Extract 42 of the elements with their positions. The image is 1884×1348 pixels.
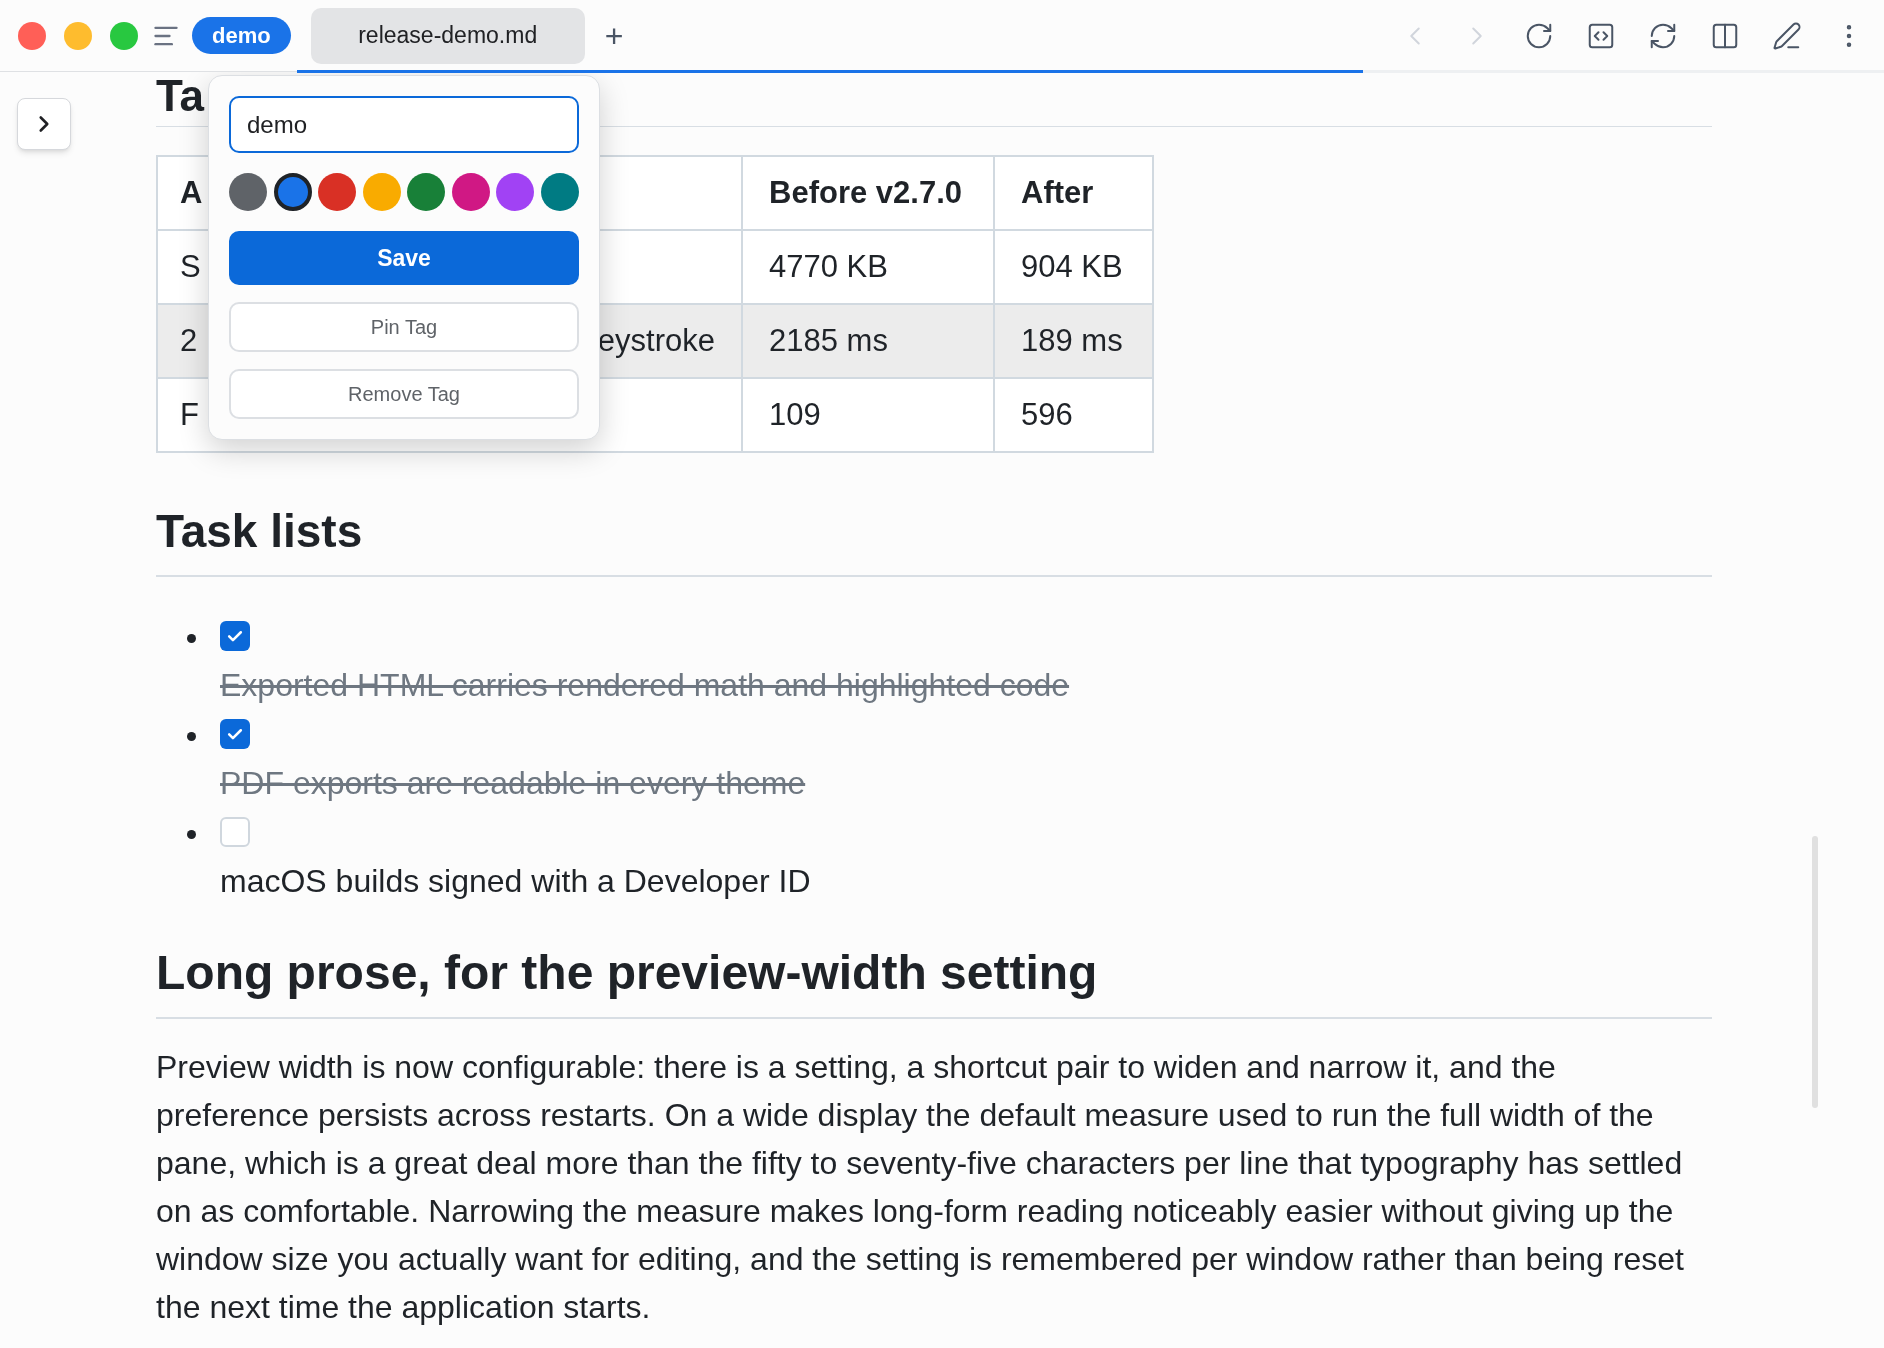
table-cell-text: S	[180, 247, 201, 286]
task-checkbox[interactable]	[220, 817, 250, 847]
color-swatch[interactable]	[496, 173, 535, 211]
bullet-icon	[187, 634, 196, 643]
task-label: Exported HTML carries rendered math and highlighted code	[220, 666, 1070, 705]
section-heading: Ta	[156, 72, 205, 120]
color-swatch[interactable]	[451, 173, 490, 211]
task-label: macOS builds signed with a Developer ID	[220, 862, 811, 901]
edit-icon[interactable]	[1772, 20, 1802, 51]
task-label: PDF exports are readable in every theme	[220, 764, 806, 803]
color-swatch[interactable]	[273, 173, 312, 211]
table-cell-text: eystroke	[597, 321, 715, 360]
tag-name-field[interactable]: demo	[229, 96, 579, 153]
color-swatch[interactable]	[540, 173, 579, 211]
color-swatch[interactable]	[362, 173, 401, 211]
table-cell-text: F	[180, 395, 199, 434]
bullet-icon	[187, 732, 196, 741]
table-cell-text: 109	[769, 395, 821, 434]
section-heading: Long prose, for the preview-width setting	[156, 945, 1098, 1001]
new-tab-button[interactable]: +	[604, 19, 624, 52]
sidebar-toggle[interactable]	[17, 98, 71, 150]
task-checkbox[interactable]	[220, 719, 250, 749]
close-window-button[interactable]	[18, 21, 46, 50]
section-heading: Task lists	[156, 504, 363, 559]
tag-pill[interactable]: demo	[192, 17, 291, 54]
task-checkbox[interactable]	[220, 621, 250, 651]
table-cell-text: 2	[180, 321, 198, 360]
table-cell-text: 596	[1021, 395, 1073, 434]
paragraph: Preview width is now configurable: there is a setting, a shortcut pair to widen and narrow it, and the preference persists across restarts. On a wide display the default measure used to run the full width of the pane, which is a great deal more than the fifty to seventy-five characters per line that typography has settled on as comfortable. Narrowing the measure makes long-form reading noticeably easier without giving up the window size you actually want for editing, and the setting is remembered per window rather than being reset the next time the application starts.	[156, 1048, 1685, 1327]
color-swatch[interactable]	[407, 173, 446, 211]
save-button[interactable]: Save	[229, 231, 579, 285]
tag-action-button[interactable]: Pin Tag	[229, 302, 579, 352]
color-swatch[interactable]	[229, 173, 267, 211]
scrollbar[interactable]	[1812, 836, 1818, 1108]
table-cell-text: 2185 ms	[769, 321, 888, 360]
table-cell-text: 189 ms	[1021, 321, 1123, 360]
tag-action-button[interactable]: Remove Tag	[229, 369, 579, 419]
color-swatch[interactable]	[318, 173, 357, 211]
table-cell-text: 4770 KB	[769, 247, 888, 286]
table-cell-text: 904 KB	[1021, 247, 1123, 286]
file-tab[interactable]: release-demo.md	[310, 7, 585, 64]
bullet-icon	[187, 830, 196, 839]
